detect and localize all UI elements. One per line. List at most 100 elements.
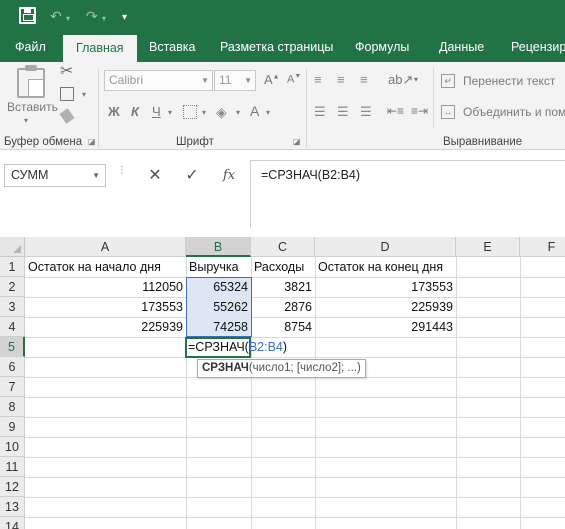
row-header[interactable]: 12 [0, 477, 25, 497]
cell-b2[interactable]: 65324 [186, 277, 251, 297]
row-header[interactable]: 8 [0, 397, 25, 417]
function-tooltip[interactable]: СРЗНАЧ(число1; [число2]; ...) [197, 359, 366, 378]
fill-color-icon[interactable]: ◈ [216, 104, 227, 120]
row-header[interactable]: 10 [0, 437, 25, 457]
paste-icon[interactable] [17, 65, 45, 98]
orientation-dropdown-icon[interactable]: ▾ [414, 75, 418, 84]
tab-data[interactable]: Данные [439, 32, 484, 62]
paste-dropdown-icon[interactable]: ▾ [24, 116, 28, 125]
paste-label[interactable]: Вставить [7, 100, 58, 114]
italic-button[interactable]: К [131, 104, 139, 119]
grow-font-icon[interactable]: A▲ [264, 72, 280, 87]
tab-page-layout[interactable]: Разметка страницы [220, 32, 333, 62]
column-header-c[interactable]: C [251, 237, 315, 257]
cell-d3[interactable]: 225939 [315, 297, 456, 317]
clipboard-group-label: Буфер обмена [4, 136, 83, 148]
font-name-combo[interactable]: Calibri ▼ [104, 70, 213, 91]
cell-d4[interactable]: 291443 [315, 317, 456, 337]
wrap-text-button[interactable]: Перенести текст [463, 74, 555, 88]
row-header[interactable]: 5 [0, 337, 25, 357]
borders-dropdown-icon[interactable]: ▾ [202, 108, 206, 117]
cell-c4[interactable]: 8754 [251, 317, 315, 337]
tab-file[interactable]: Файл [15, 32, 46, 62]
cell-c1[interactable]: Расходы [251, 257, 304, 277]
column-header-e[interactable]: E [456, 237, 520, 257]
tab-review[interactable]: Рецензиро [511, 32, 565, 62]
save-icon[interactable] [19, 7, 36, 24]
customize-icon[interactable]: ▾ [122, 9, 127, 27]
tab-home[interactable]: Главная [63, 35, 137, 62]
copy-dropdown-icon[interactable]: ▾ [82, 90, 86, 99]
cell-a4[interactable]: 225939 [25, 317, 186, 337]
align-top-icon[interactable]: ≡ [314, 72, 322, 88]
align-center-icon[interactable]: ☰ [337, 104, 349, 120]
cell-d2[interactable]: 173553 [315, 277, 456, 297]
shrink-font-icon[interactable]: A▼ [287, 73, 301, 86]
fill-color-dropdown-icon[interactable]: ▾ [236, 108, 240, 117]
cut-icon[interactable]: ✂ [60, 64, 73, 80]
ribbon-separator [98, 68, 99, 148]
clipboard-launcher-icon[interactable]: ◪ [88, 137, 96, 146]
copy-icon[interactable] [60, 87, 74, 101]
row-header[interactable]: 4 [0, 317, 25, 337]
tab-insert[interactable]: Вставка [149, 32, 195, 62]
cell-b3[interactable]: 55262 [186, 297, 251, 317]
merge-center-button[interactable]: Объединить и пом [463, 105, 565, 119]
underline-dropdown-icon[interactable]: ▾ [168, 108, 172, 117]
orientation-icon[interactable]: ab↗ [388, 72, 413, 88]
tooltip-function-name[interactable]: СРЗНАЧ [202, 362, 249, 374]
column-header-f[interactable]: F [520, 237, 565, 257]
merge-center-icon[interactable]: ↔ [441, 105, 455, 119]
cell-b4[interactable]: 74258 [186, 317, 251, 337]
row-header[interactable]: 9 [0, 417, 25, 437]
row-header[interactable]: 3 [0, 297, 25, 317]
cell-a2[interactable]: 112050 [25, 277, 186, 297]
select-all-button[interactable] [0, 237, 25, 257]
borders-icon[interactable] [183, 105, 197, 119]
row-header[interactable]: 6 [0, 357, 25, 377]
align-left-icon[interactable]: ☰ [314, 104, 326, 120]
row-header[interactable]: 2 [0, 277, 25, 297]
cell-c3[interactable]: 2876 [251, 297, 315, 317]
formula-input[interactable]: =СРЗНАЧ(B2:B4) [250, 160, 565, 228]
undo-icon[interactable]: ↶ [50, 7, 62, 25]
row-header[interactable]: 13 [0, 497, 25, 517]
column-header-d[interactable]: D [315, 237, 456, 257]
tab-formulas[interactable]: Формулы [355, 32, 409, 62]
font-launcher-icon[interactable]: ◪ [293, 137, 301, 146]
name-box[interactable]: СУММ ▼ [4, 164, 106, 187]
underline-button[interactable]: Ч [152, 104, 161, 119]
decrease-indent-icon[interactable]: ⇤≡ [387, 104, 404, 118]
cell-a3[interactable]: 173553 [25, 297, 186, 317]
redo-dropdown-icon[interactable]: ▾ [102, 10, 106, 28]
formula-bar-grip-icon[interactable]: ⋮ [117, 165, 127, 176]
align-right-icon[interactable]: ☰ [360, 104, 372, 120]
bold-button[interactable]: Ж [108, 104, 120, 119]
row-header[interactable]: 7 [0, 377, 25, 397]
formula-prefix: =СРЗНАЧ( [188, 340, 249, 354]
row-header[interactable]: 1 [0, 257, 25, 277]
font-color-icon[interactable]: A [250, 103, 259, 119]
column-header-b[interactable]: B [186, 237, 251, 257]
cell-a1[interactable]: Остаток на начало дня [25, 257, 161, 277]
align-bottom-icon[interactable]: ≡ [360, 72, 368, 88]
column-header-a[interactable]: A [25, 237, 186, 257]
cell-b1[interactable]: Выручка [186, 257, 239, 277]
row-header[interactable]: 14 [0, 517, 25, 529]
enter-icon[interactable]: ✓ [181, 164, 203, 187]
font-size-combo[interactable]: 11 ▼ [214, 70, 256, 91]
undo-dropdown-icon[interactable]: ▾ [66, 10, 70, 28]
cell-c2[interactable]: 3821 [251, 277, 315, 297]
grid-line [25, 437, 565, 438]
insert-function-button[interactable]: fx [218, 164, 240, 187]
wrap-text-icon[interactable]: ↵ [441, 74, 455, 88]
format-painter-icon[interactable] [59, 108, 75, 124]
align-middle-icon[interactable]: ≡ [337, 72, 345, 88]
cell-d1[interactable]: Остаток на конец дня [315, 257, 443, 277]
increase-indent-icon[interactable]: ≡⇥ [411, 104, 428, 118]
cell-edit-text[interactable]: =СРЗНАЧ(B2:B4) [188, 337, 287, 357]
font-color-dropdown-icon[interactable]: ▾ [266, 108, 270, 117]
row-header[interactable]: 11 [0, 457, 25, 477]
cancel-icon[interactable]: ✕ [144, 164, 166, 187]
redo-icon[interactable]: ↷ [86, 7, 98, 25]
